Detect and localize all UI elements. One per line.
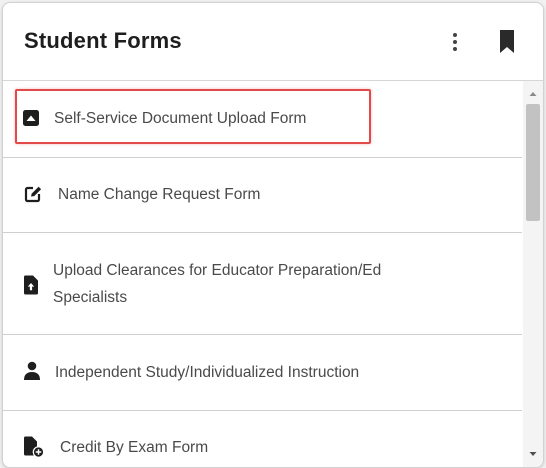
scroll-down-arrow-icon[interactable]	[528, 449, 538, 459]
file-upload-icon	[23, 275, 38, 295]
form-label: Self-Service Document Upload Form	[54, 110, 307, 127]
list-item-credit-by-exam[interactable]: Credit By Exam Form	[3, 411, 522, 467]
list-item-self-service-upload[interactable]: Self-Service Document Upload Form	[3, 81, 522, 158]
bookmark-icon	[500, 30, 514, 53]
bookmark-button[interactable]	[497, 29, 517, 55]
more-vert-icon	[453, 33, 457, 37]
more-vert-icon-dot	[453, 40, 457, 44]
file-add-icon	[23, 436, 45, 458]
scrollbar-thumb[interactable]	[526, 104, 540, 221]
scroll-up-arrow-icon[interactable]	[528, 89, 538, 99]
form-label-line2: Specialists	[53, 289, 128, 306]
scrollbar[interactable]	[523, 81, 543, 467]
form-label: Credit By Exam Form	[60, 439, 209, 456]
list-item-upload-clearances[interactable]: Upload Clearances for Educator Preparati…	[3, 233, 522, 335]
list-item-name-change[interactable]: Name Change Request Form	[3, 158, 522, 233]
form-label-line1: Upload Clearances for Educator Preparati…	[53, 262, 382, 279]
person-icon	[24, 361, 40, 380]
card-title: Student Forms	[24, 28, 182, 53]
forms-list: Self-Service Document Upload Form Name C…	[3, 81, 523, 467]
student-forms-card: Student Forms Self-Service Document Uplo…	[2, 2, 544, 468]
form-label: Name Change Request Form	[58, 186, 261, 203]
card-header: Student Forms	[3, 3, 543, 81]
edit-icon	[24, 186, 42, 203]
more-options-button[interactable]	[444, 27, 466, 57]
upload-box-icon	[23, 110, 39, 126]
form-label: Independent Study/Individualized Instruc…	[55, 364, 360, 381]
more-vert-icon-dot	[453, 47, 457, 51]
list-item-independent-study[interactable]: Independent Study/Individualized Instruc…	[3, 335, 522, 411]
